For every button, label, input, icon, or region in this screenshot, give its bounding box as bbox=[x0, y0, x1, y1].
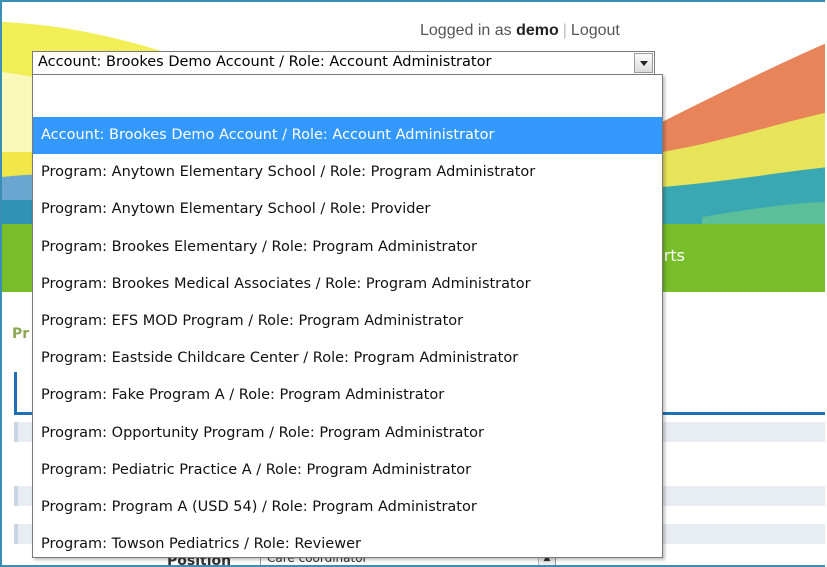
logout-link[interactable]: Logout bbox=[571, 22, 620, 39]
login-status: Logged in as demo | Logout bbox=[420, 22, 620, 40]
options-list: Account: Brookes Demo Account / Role: Ac… bbox=[33, 117, 662, 563]
dropdown-option[interactable]: Program: Towson Pediatrics / Role: Revie… bbox=[33, 526, 662, 563]
dropdown-option[interactable]: Program: Brookes Elementary / Role: Prog… bbox=[33, 229, 662, 266]
dropdown-option[interactable]: Program: EFS MOD Program / Role: Program… bbox=[33, 303, 662, 340]
dropdown-option[interactable]: Account: Brookes Demo Account / Role: Ac… bbox=[33, 117, 662, 155]
dropdown-arrow-icon[interactable] bbox=[634, 53, 653, 73]
dropdown-option[interactable]: Program: Program A (USD 54) / Role: Prog… bbox=[33, 489, 662, 526]
account-role-dropdown-list: Account: Brookes Demo Account / Role: Ac… bbox=[32, 74, 663, 558]
account-role-select[interactable]: Account: Brookes Demo Account / Role: Ac… bbox=[32, 51, 655, 75]
dropdown-search-blank[interactable] bbox=[33, 75, 662, 117]
dropdown-option[interactable]: Program: Anytown Elementary School / Rol… bbox=[33, 191, 662, 228]
selected-account-role: Account: Brookes Demo Account / Role: Ac… bbox=[38, 54, 492, 70]
username: demo bbox=[516, 22, 559, 39]
app-frame: orts Pr Position Care coordinator ▲ Logg… bbox=[0, 0, 825, 567]
tab-edge bbox=[14, 372, 17, 412]
logged-in-prefix: Logged in as bbox=[420, 22, 512, 39]
section-heading: Pr bbox=[12, 326, 30, 342]
separator: | bbox=[562, 22, 567, 39]
dropdown-option[interactable]: Program: Opportunity Program / Role: Pro… bbox=[33, 415, 662, 452]
dropdown-option[interactable]: Program: Eastside Childcare Center / Rol… bbox=[33, 340, 662, 377]
dropdown-option[interactable]: Program: Anytown Elementary School / Rol… bbox=[33, 154, 662, 191]
dropdown-option[interactable]: Program: Fake Program A / Role: Program … bbox=[33, 377, 662, 414]
dropdown-option[interactable]: Program: Pediatric Practice A / Role: Pr… bbox=[33, 452, 662, 489]
dropdown-option[interactable]: Program: Brookes Medical Associates / Ro… bbox=[33, 266, 662, 303]
